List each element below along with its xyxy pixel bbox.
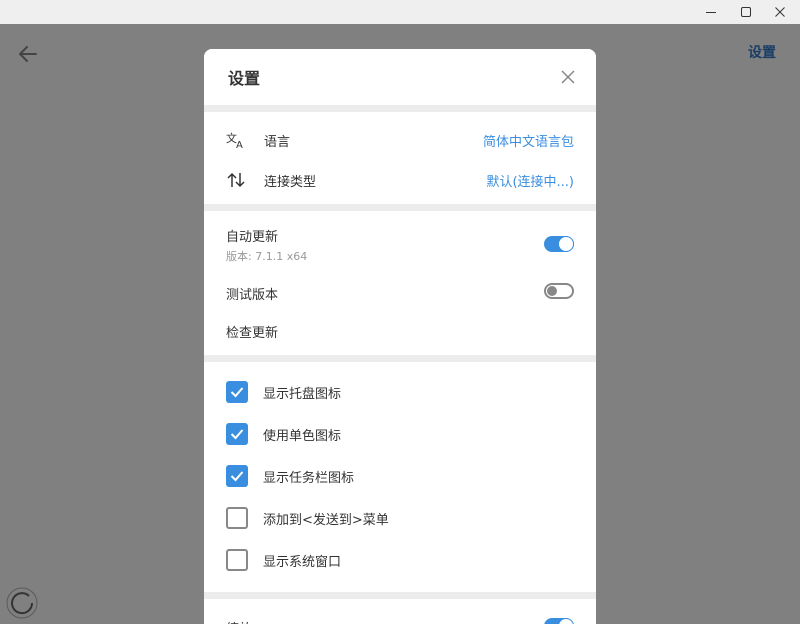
checkmark-icon	[230, 387, 244, 398]
checkmark-icon	[230, 429, 244, 440]
swap-vertical-icon	[226, 170, 246, 190]
maximize-icon	[741, 7, 751, 17]
translate-icon: 文 A	[226, 130, 246, 150]
minimize-icon	[706, 12, 716, 13]
option-show-system-window[interactable]: 显示系统窗口	[226, 549, 341, 571]
close-icon	[561, 70, 575, 84]
dialog-header: 设置	[204, 49, 596, 105]
checkbox-checked[interactable]	[226, 381, 248, 403]
option-show-tray-icon[interactable]: 显示托盘图标	[226, 381, 341, 403]
option-label: 添加到<发送到>菜单	[263, 512, 389, 528]
option-label: 显示托盘图标	[263, 386, 342, 402]
auto-update-label: 自动更新	[226, 230, 279, 245]
option-label: 使用单色图标	[263, 428, 342, 444]
arrow-left-icon	[19, 46, 37, 62]
language-row[interactable]: 文 A 语言 简体中文语言包	[204, 120, 596, 160]
close-window-button[interactable]	[760, 0, 800, 24]
close-icon	[775, 7, 785, 17]
language-value[interactable]: 简体中文语言包	[483, 131, 574, 150]
loading-icon	[6, 587, 38, 619]
checkbox-checked[interactable]	[226, 465, 248, 487]
option-label: 显示系统窗口	[263, 554, 342, 570]
option-send-to-menu[interactable]: 添加到<发送到>菜单	[226, 507, 389, 529]
app-title[interactable]: 设置	[748, 42, 776, 62]
display-options-section: 显示托盘图标 使用单色图标 显示任务栏图标 添加到<发送到>菜单 显示系统窗口	[204, 362, 596, 592]
option-show-taskbar-icon[interactable]: 显示任务栏图标	[226, 465, 354, 487]
dialog-close-button[interactable]	[558, 67, 578, 87]
connection-type-row[interactable]: 连接类型 默认(连接中...)	[204, 160, 596, 200]
dialog-title: 设置	[228, 69, 261, 88]
beta-version-toggle[interactable]	[544, 283, 574, 299]
minimize-button[interactable]	[691, 0, 731, 24]
svg-text:A: A	[236, 140, 243, 149]
option-mono-icon[interactable]: 使用单色图标	[226, 423, 341, 445]
option-label: 显示任务栏图标	[263, 470, 355, 486]
back-button[interactable]	[14, 42, 42, 66]
checkbox-unchecked[interactable]	[226, 549, 248, 571]
checkbox-unchecked[interactable]	[226, 507, 248, 529]
general-section: 文 A 语言 简体中文语言包 连接类型 默认(连接中...)	[204, 112, 596, 204]
zoom-label: 缩放	[226, 618, 252, 624]
beta-version-label: 测试版本	[226, 288, 279, 303]
zoom-toggle[interactable]	[544, 618, 574, 624]
auto-update-toggle[interactable]	[544, 236, 574, 252]
check-updates-link[interactable]: 检查更新	[226, 322, 278, 341]
version-text: 版本: 7.1.1 x64	[226, 250, 308, 263]
connection-type-value[interactable]: 默认(连接中...)	[486, 171, 574, 190]
checkbox-checked[interactable]	[226, 423, 248, 445]
language-label: 语言	[264, 134, 291, 150]
connection-type-label: 连接类型	[264, 174, 317, 190]
settings-dialog: 设置 文 A 语言 简体中文语言包 连接类型 默认(连接中...) 自动更新 版…	[204, 49, 596, 624]
zoom-section: 缩放	[204, 599, 596, 624]
checkmark-icon	[230, 471, 244, 482]
updates-section: 自动更新 版本: 7.1.1 x64 测试版本 检查更新	[204, 211, 596, 355]
window-titlebar	[0, 0, 800, 24]
loading-spinner	[6, 587, 38, 619]
